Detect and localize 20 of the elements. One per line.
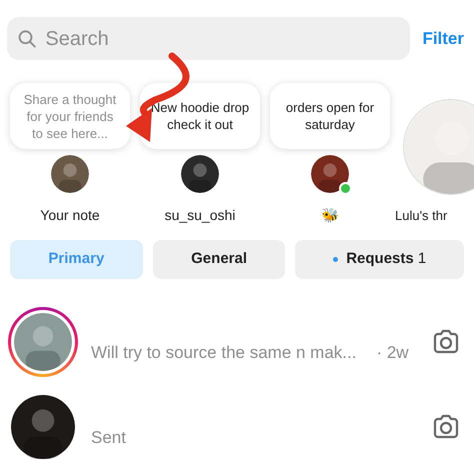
message-preview: Sent [91,426,126,449]
chat-row[interactable]: Will try to source the same n mak... · 2w [0,299,474,384]
tab[interactable]: Primary [10,240,143,279]
note-username: 🐝 [322,206,338,225]
note-bubble[interactable]: Share a thought for your friends to see here... [10,83,130,149]
search-input[interactable]: Search [45,24,400,54]
search-field[interactable]: Search [7,17,410,60]
message-preview: Will try to source the same n mak... [91,342,356,364]
note-username: Lulu's thr [395,207,448,225]
camera-icon[interactable] [432,328,460,354]
camera-icon[interactable] [432,414,460,440]
note-username: Your note [40,206,100,225]
note-username: su_su_oshi [164,206,236,225]
message-time: · 2w [376,342,409,364]
note-bubble[interactable]: New hoodie drop check it out [140,83,260,149]
note-bubble[interactable]: orders open for saturday [270,83,390,149]
filter-link[interactable]: Filter [422,26,464,52]
tab[interactable]: Requests 1 [295,240,464,279]
tab[interactable]: General [152,240,286,279]
search-icon [17,28,38,50]
